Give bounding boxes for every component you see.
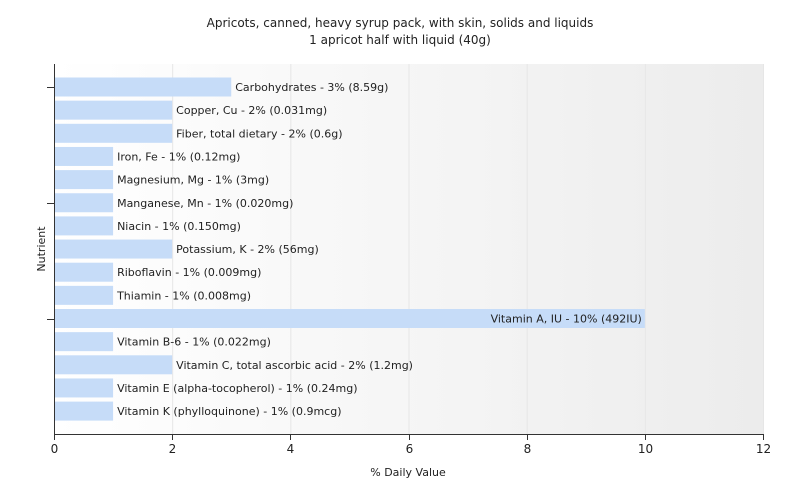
x-tick-label: 2 bbox=[169, 442, 177, 456]
bar bbox=[55, 100, 173, 120]
x-tick-label: 4 bbox=[287, 442, 295, 456]
bar-label: Vitamin B-6 - 1% (0.022mg) bbox=[117, 336, 271, 349]
bar-label: Iron, Fe - 1% (0.12mg) bbox=[117, 150, 240, 163]
bar-label: Vitamin A, IU - 10% (492IU) bbox=[491, 313, 642, 326]
bar bbox=[55, 193, 114, 213]
nutrient-bar-chart: Apricots, canned, heavy syrup pack, with… bbox=[35, 16, 771, 479]
bar bbox=[55, 378, 114, 398]
bar-label: Fiber, total dietary - 2% (0.6g) bbox=[176, 127, 342, 140]
bar bbox=[55, 170, 114, 190]
bar bbox=[55, 401, 114, 421]
bar bbox=[55, 146, 114, 166]
x-tick-label: 10 bbox=[638, 442, 653, 456]
bar bbox=[55, 262, 114, 282]
bar-label: Copper, Cu - 2% (0.031mg) bbox=[176, 104, 327, 117]
bar-label: Magnesium, Mg - 1% (3mg) bbox=[117, 174, 269, 187]
chart-title: Apricots, canned, heavy syrup pack, with… bbox=[207, 16, 594, 30]
bar bbox=[55, 77, 232, 97]
y-axis-title: Nutrient bbox=[35, 226, 48, 272]
bar bbox=[55, 355, 173, 375]
x-tick-label: 8 bbox=[524, 442, 532, 456]
bar-label: Manganese, Mn - 1% (0.020mg) bbox=[117, 197, 293, 210]
bar-label: Potassium, K - 2% (56mg) bbox=[176, 243, 319, 256]
bar bbox=[55, 216, 114, 236]
bar-label: Vitamin C, total ascorbic acid - 2% (1.2… bbox=[176, 359, 413, 372]
bar-label: Niacin - 1% (0.150mg) bbox=[117, 220, 241, 233]
bar-label: Vitamin K (phylloquinone) - 1% (0.9mcg) bbox=[117, 405, 341, 418]
bar-label: Thiamin - 1% (0.008mg) bbox=[116, 289, 251, 302]
bar-label: Riboflavin - 1% (0.009mg) bbox=[117, 266, 261, 279]
bar-label: Vitamin E (alpha-tocopherol) - 1% (0.24m… bbox=[117, 382, 357, 395]
x-tick-label: 12 bbox=[756, 442, 771, 456]
bar bbox=[55, 123, 173, 143]
x-axis-title: % Daily Value bbox=[370, 466, 446, 479]
bar bbox=[55, 332, 114, 352]
x-tick-label: 0 bbox=[51, 442, 59, 456]
bar bbox=[55, 239, 173, 259]
x-tick-label: 6 bbox=[406, 442, 414, 456]
bar-label: Carbohydrates - 3% (8.59g) bbox=[235, 81, 388, 94]
bar bbox=[55, 285, 114, 305]
chart-subtitle: 1 apricot half with liquid (40g) bbox=[309, 33, 491, 47]
